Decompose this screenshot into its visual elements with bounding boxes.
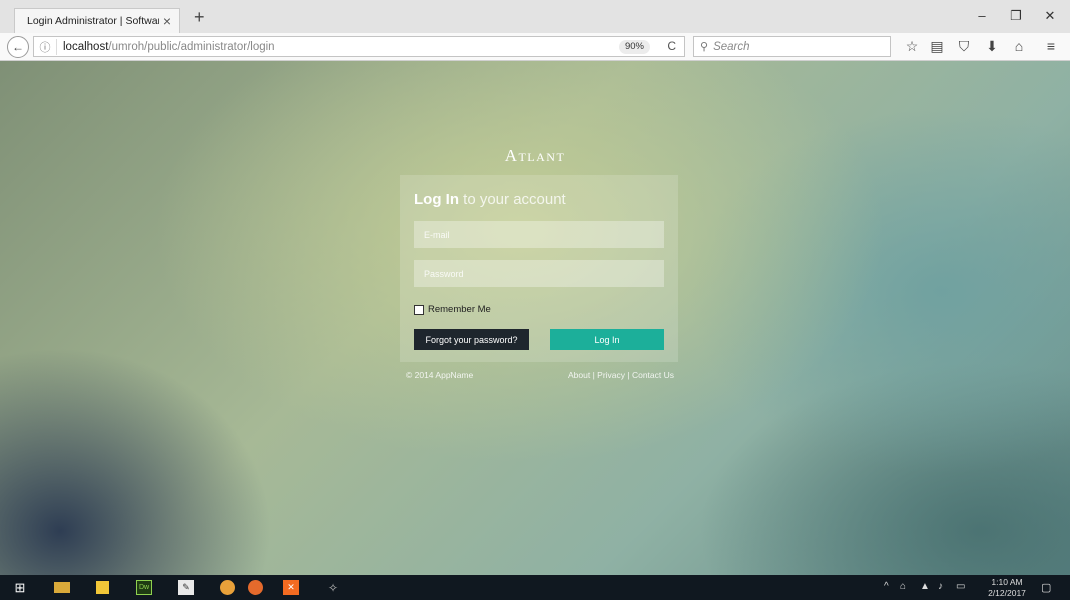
clipboard-icon[interactable]: ▤ <box>928 38 946 55</box>
page-background: Atlant Log In to your account Remember M… <box>0 61 1070 575</box>
sticky-notes-icon[interactable] <box>96 581 109 594</box>
about-link[interactable]: About <box>568 370 590 380</box>
contact-link[interactable]: Contact Us <box>632 370 674 380</box>
password-field[interactable] <box>414 260 664 287</box>
close-window-icon[interactable]: ✕ <box>1038 8 1062 24</box>
close-tab-icon[interactable]: × <box>163 13 171 29</box>
zoom-indicator[interactable]: 90% <box>618 40 650 54</box>
home-icon[interactable]: ⌂ <box>1010 38 1028 54</box>
login-heading-bold: Log In <box>414 191 459 208</box>
chevron-up-icon[interactable]: ^ <box>884 581 889 592</box>
privacy-link[interactable]: Privacy <box>597 370 625 380</box>
download-icon[interactable]: ⬇ <box>983 38 1001 55</box>
taskbar: ⊞ Dw ✎ ✕ ✧ ^ ⌂ ▲ ♪ ▭ 1:10 AM 2/12/2017 ▢ <box>0 575 1070 600</box>
volume-icon[interactable]: ♪ <box>938 581 943 592</box>
windows-start-icon[interactable]: ⊞ <box>12 580 28 595</box>
login-button[interactable]: Log In <box>550 329 664 350</box>
back-button[interactable]: ← <box>7 36 29 58</box>
file-explorer-icon[interactable] <box>54 582 70 593</box>
browser-tabbar: Login Administrator | Software... × + – … <box>0 0 1070 33</box>
footer-links: About | Privacy | Contact Us <box>568 370 674 380</box>
pocket-icon[interactable]: ⛉ <box>955 38 973 55</box>
edit-icon[interactable]: ✎ <box>178 580 194 595</box>
tool-icon[interactable]: ✧ <box>325 580 341 595</box>
reload-icon[interactable]: C <box>667 39 676 53</box>
clock-time: 1:10 AM <box>991 577 1023 587</box>
login-box: Log In to your account Remember Me Forgo… <box>400 175 678 362</box>
copyright: © 2014 AppName <box>406 370 474 380</box>
tab-title: Login Administrator | Software... <box>27 15 159 27</box>
new-tab-icon[interactable]: + <box>194 7 205 28</box>
clock-date: 2/12/2017 <box>988 588 1026 598</box>
search-bar[interactable]: ⚲ Search <box>693 36 891 57</box>
login-heading: Log In to your account <box>414 191 566 208</box>
email-field[interactable] <box>414 221 664 248</box>
url-bar[interactable]: ⓘ localhost/umroh/public/administrator/l… <box>33 36 685 57</box>
menu-icon[interactable]: ≡ <box>1042 38 1060 54</box>
wifi-icon[interactable]: ▲ <box>920 581 930 592</box>
remember-me[interactable]: Remember Me <box>414 304 491 315</box>
url-host: localhost <box>63 40 109 53</box>
browser-tab[interactable]: Login Administrator | Software... × <box>14 8 180 33</box>
remember-label: Remember Me <box>428 304 491 315</box>
firefox-icon[interactable] <box>248 580 263 595</box>
notifications-icon[interactable]: ▢ <box>1041 581 1051 594</box>
forgot-password-button[interactable]: Forgot your password? <box>414 329 529 350</box>
arrow-left-icon: ← <box>12 40 24 54</box>
xampp-icon[interactable]: ✕ <box>283 580 299 595</box>
clock[interactable]: 1:10 AM 2/12/2017 <box>985 577 1029 599</box>
bookmark-star-icon[interactable]: ☆ <box>903 38 921 55</box>
url-path: /umroh/public/administrator/login <box>108 40 275 53</box>
link-separator: | <box>625 370 632 380</box>
network-icon[interactable]: ⌂ <box>900 581 906 592</box>
chrome-icon[interactable] <box>220 580 235 595</box>
keyboard-icon[interactable]: ▭ <box>956 581 965 592</box>
login-heading-rest: to your account <box>459 191 566 208</box>
minimize-icon[interactable]: – <box>970 8 994 23</box>
search-icon: ⚲ <box>700 41 709 53</box>
brand-logo: Atlant <box>504 146 566 165</box>
restore-icon[interactable]: ❐ <box>1004 8 1028 24</box>
search-placeholder: Search <box>713 40 750 53</box>
remember-checkbox[interactable] <box>414 304 424 315</box>
dreamweaver-icon[interactable]: Dw <box>136 580 152 595</box>
info-icon[interactable]: ⓘ <box>34 38 57 55</box>
